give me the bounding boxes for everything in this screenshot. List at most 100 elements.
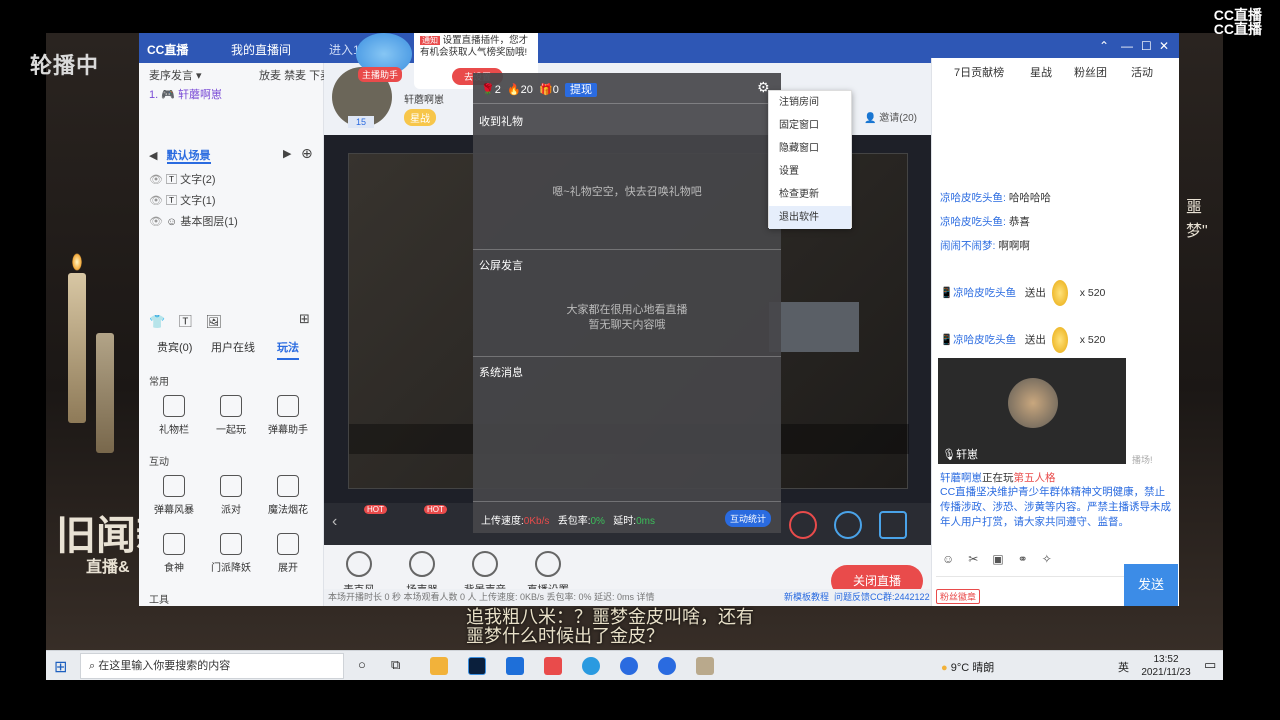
layer-item[interactable]: 👁 ☺ 基本图层(1) [149,213,238,229]
mute-mic-button[interactable]: 禁麦 [284,70,306,82]
cc-app-icon[interactable] [658,657,676,675]
room-tab[interactable]: 我的直播间 [231,41,291,58]
add-scene-icon[interactable]: ⊕ [301,145,313,162]
star-battle-badge[interactable]: 星战 [404,109,436,126]
divider [473,501,781,502]
gift-icon: 🎁 [539,84,553,96]
chevron-right-icon[interactable]: ▶ [283,147,291,160]
playing-user[interactable]: 轩蘑啊崽 [940,472,982,484]
chat-user[interactable]: 凉哈皮吃头鱼: [940,216,1006,228]
image-icon[interactable]: ▣ [992,552,1017,566]
shop-icon[interactable] [879,511,907,539]
tag-icon[interactable]: ✧ [1042,552,1066,566]
photoshop-icon[interactable] [468,657,486,675]
menu-hide-window[interactable]: 隐藏窗口 [769,137,851,160]
chevron-left-icon[interactable]: ‹ [332,513,337,531]
menu-check-update[interactable]: 检查更新 [769,183,851,206]
gift-bar-button[interactable]: 礼物栏 [149,395,199,436]
chevron-left-icon[interactable]: ◀ [149,150,157,162]
magic-firework-button[interactable]: 魔法烟花 [263,475,313,516]
bag-icon[interactable] [834,511,862,539]
gift-user[interactable]: 凉哈皮吃头鱼 [953,287,1016,299]
ime-indicator[interactable]: 英 [1118,659,1129,675]
tab-7day-rank[interactable]: 7日贡献榜 [954,64,1004,80]
layer-label: 文字(2) [180,174,216,186]
weather[interactable]: ● 9°C 晴朗 [941,659,994,675]
food-god-button[interactable]: 食神 [149,533,199,574]
add-source-icon[interactable]: ⊞ [299,311,310,327]
chat-user[interactable]: 凉哈皮吃头鱼: [940,192,1006,204]
scene-title[interactable]: 默认场景 [166,150,211,164]
task-view-icon[interactable]: ⧉ [391,657,400,673]
close-button[interactable]: ✕ [1159,39,1169,53]
chat-input[interactable]: 粉丝徽章 [936,576,1124,606]
cortana-icon[interactable]: ○ [358,657,366,672]
ie-icon[interactable] [582,657,600,675]
viewer-video[interactable]: 🎙轩崽 [938,358,1126,464]
gamepad-icon [220,395,242,417]
room-stats-panel: 🌹2 🔥20 🎁0 提现 ⚙ 收到礼物 嗯~礼物空空，快去召唤礼物吧 公屏发言 … [473,73,781,533]
play-together-button[interactable]: 一起玩 [206,395,256,436]
tutorial-link[interactable]: 新模板教程 [784,592,829,602]
send-button[interactable]: 发送 [1124,564,1178,606]
layer-item[interactable]: 👁 🅃 文字(2) [149,171,216,187]
cc-app-icon[interactable] [620,657,638,675]
menu-settings[interactable]: 设置 [769,160,851,183]
layer-label: 基本图层(1) [180,216,238,228]
text-icon[interactable]: 🅃 [179,314,192,329]
chat-toolbar: ☺✂▣⚭✧ [942,552,1066,566]
sect-demon-label: 门派降妖 [211,563,251,574]
tab-activity[interactable]: 活动 [1131,64,1153,80]
interaction-stats-button[interactable]: 互动统计 [725,510,772,527]
phone-icon: 📱 [940,286,954,299]
minimize-button[interactable]: — [1121,39,1133,53]
release-mic-button[interactable]: 放麦 [259,70,281,82]
mic-queue-user[interactable]: 1. 🎮 轩蘑啊崽 [149,86,222,102]
shirt-icon[interactable]: 👕 [149,314,165,329]
tab-star-battle[interactable]: 星战 [1030,64,1052,80]
image-icon[interactable]: 🖼 [205,314,222,329]
collapse-button[interactable]: ⌃ [1099,39,1109,53]
danmaku-helper-button[interactable]: 弹幕助手 [263,395,313,436]
eye-icon[interactable]: 👁 [149,174,163,186]
sect-demon-button[interactable]: 门派降妖 [206,533,256,574]
invite-button[interactable]: 👤 邀请(20) [864,109,917,124]
eye-icon[interactable]: 👁 [149,195,163,207]
tab-fan-club[interactable]: 粉丝团 [1074,64,1107,80]
chat-user[interactable]: 闹闹不闹梦: [940,240,995,252]
caption-text-2: 噩梦什么时候出了金皮？ [466,626,664,646]
withdraw-button[interactable]: 提现 [564,83,597,97]
section-system-message: 系统消息 [479,367,523,379]
mic-mode-select[interactable]: 麦序发言 ▾ [149,67,202,83]
maximize-button[interactable]: ☐ [1141,39,1152,53]
tab-vip[interactable]: 贵宾(0) [157,339,192,355]
streamer-level: 15 [348,116,375,128]
tab-gameplay[interactable]: 玩法 [277,339,299,360]
scissors-icon[interactable]: ✂ [968,552,992,566]
windows-start-icon[interactable]: ⊞ [54,657,67,677]
wps-icon[interactable] [544,657,562,675]
app-icon[interactable] [696,657,714,675]
emoji-icon[interactable]: ☺ [942,552,968,566]
file-explorer-icon[interactable] [430,657,448,675]
menu-exit[interactable]: 退出软件 [769,206,851,229]
viewer-avatar [1008,378,1058,428]
feedback-link[interactable]: 问题反馈CC群:2442122 [834,592,930,602]
taskbar-search[interactable]: ⌕ 在这里输入你要搜索的内容 [80,653,344,679]
gift-user[interactable]: 凉哈皮吃头鱼 [953,334,1016,346]
app-icon[interactable] [506,657,524,675]
face-layer-icon: ☺ [166,216,178,228]
menu-logout-room[interactable]: 注销房间 [769,91,851,114]
tab-online-users[interactable]: 用户在线 [211,339,255,355]
fan-badge-button[interactable]: 粉丝徽章 [936,589,981,604]
gift-shortcut-icon[interactable] [789,511,817,539]
party-button[interactable]: 派对 [206,475,256,516]
layer-item[interactable]: 👁 🅃 文字(1) [149,192,216,208]
clock[interactable]: 13:52 2021/11/23 [1136,653,1196,679]
notification-icon[interactable]: ▭ [1204,657,1216,673]
link-icon[interactable]: ⚭ [1018,552,1042,566]
danmaku-storm-button[interactable]: 弹幕风暴 [149,475,199,516]
menu-pin-window[interactable]: 固定窗口 [769,114,851,137]
eye-icon[interactable]: 👁 [149,216,163,228]
expand-button[interactable]: 展开 [263,533,313,574]
